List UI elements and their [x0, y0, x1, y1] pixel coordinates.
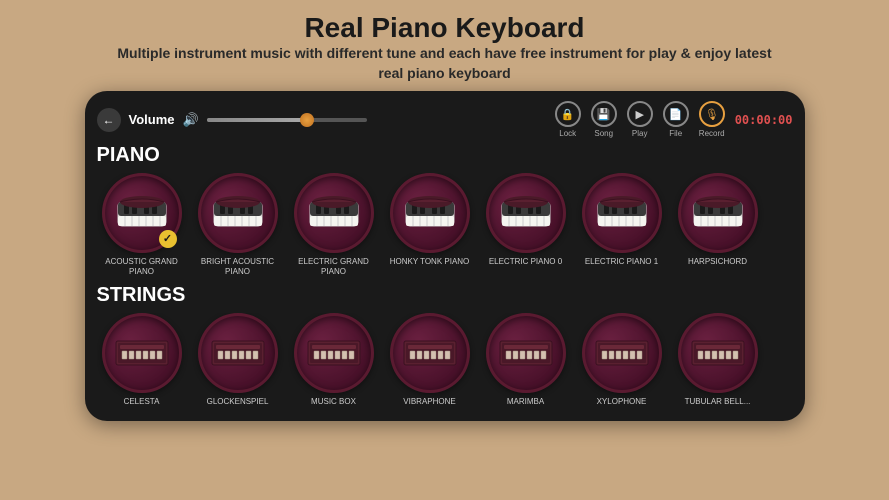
strings-section: STRINGS — [97, 284, 793, 407]
timer: 00:00:00 — [735, 113, 793, 127]
back-button[interactable]: ← — [97, 108, 121, 132]
strings-section-title: STRINGS — [97, 284, 793, 307]
instrument-label: ELECTRIC PIANO 0 — [489, 257, 562, 267]
instrument-glockenspiel[interactable]: GLOCKENSPIEL — [193, 313, 283, 407]
top-controls: 🔒 Lock 💾 Song ▶ Play 📄 File 🎙 Record 00:… — [555, 101, 793, 138]
instrument-harpsichord[interactable]: HARPSICHORD — [673, 173, 763, 276]
piano-section: PIANO — [97, 144, 793, 276]
instrument-music-box[interactable]: MUSIC BOX — [289, 313, 379, 407]
instrument-label: ACOUSTIC GRAND PIANO — [98, 257, 186, 276]
instrument-xylophone[interactable]: XYLOPHONE — [577, 313, 667, 407]
piano-instruments-grid: ACOUSTIC GRAND PIANO — [97, 173, 793, 276]
instrument-electric-piano-0[interactable]: ELECTRIC PIANO 0 — [481, 173, 571, 276]
volume-icon: 🔊 — [183, 112, 199, 128]
play-button[interactable]: ▶ Play — [627, 101, 653, 138]
page-subtitle: Multiple instrument music with different… — [105, 44, 785, 83]
file-button[interactable]: 📄 File — [663, 101, 689, 138]
volume-thumb — [300, 113, 314, 127]
volume-label: Volume — [129, 112, 175, 127]
song-button[interactable]: 💾 Song — [591, 101, 617, 138]
instrument-label: ELECTRIC GRAND PIANO — [290, 257, 378, 276]
instrument-label: GLOCKENSPIEL — [207, 397, 269, 407]
record-button[interactable]: 🎙 Record — [699, 101, 725, 138]
instrument-label: ELECTRIC PIANO 1 — [585, 257, 658, 267]
instrument-electric-piano-1[interactable]: ELECTRIC PIANO 1 — [577, 173, 667, 276]
instrument-honky-tonk[interactable]: HONKY TONK PIANO — [385, 173, 475, 276]
instrument-acoustic-grand[interactable]: ACOUSTIC GRAND PIANO — [97, 173, 187, 276]
instrument-label: HARPSICHORD — [688, 257, 747, 267]
instrument-label: MARIMBA — [507, 397, 544, 407]
instrument-marimba[interactable]: MARIMBA — [481, 313, 571, 407]
instrument-celesta[interactable]: CELESTA — [97, 313, 187, 407]
instrument-label: CELESTA — [124, 397, 160, 407]
instrument-label: TUBULAR BELL... — [685, 397, 751, 407]
phone-container: ← Volume 🔊 🔒 Lock 💾 Song ▶ Play 📄 File — [85, 91, 805, 421]
instrument-tubular-bell[interactable]: TUBULAR BELL... — [673, 313, 763, 407]
lock-button[interactable]: 🔒 Lock — [555, 101, 581, 138]
instrument-label: VIBRAPHONE — [403, 397, 455, 407]
top-bar: ← Volume 🔊 🔒 Lock 💾 Song ▶ Play 📄 File — [97, 101, 793, 138]
content-area: PIANO — [97, 144, 793, 407]
page-title: Real Piano Keyboard — [105, 12, 785, 44]
instrument-bright-acoustic[interactable]: BRIGHT ACOUSTIC PIANO — [193, 173, 283, 276]
header: Real Piano Keyboard Multiple instrument … — [85, 0, 805, 91]
instrument-label: XYLOPHONE — [597, 397, 647, 407]
instrument-label: HONKY TONK PIANO — [390, 257, 470, 267]
instrument-label: MUSIC BOX — [311, 397, 356, 407]
volume-fill — [207, 118, 311, 122]
instrument-vibraphone[interactable]: VIBRAPHONE — [385, 313, 475, 407]
instrument-label: BRIGHT ACOUSTIC PIANO — [194, 257, 282, 276]
piano-section-title: PIANO — [97, 144, 793, 167]
volume-slider[interactable] — [207, 118, 367, 122]
strings-instruments-grid: CELESTA — [97, 313, 793, 407]
instrument-electric-grand[interactable]: ELECTRIC GRAND PIANO — [289, 173, 379, 276]
